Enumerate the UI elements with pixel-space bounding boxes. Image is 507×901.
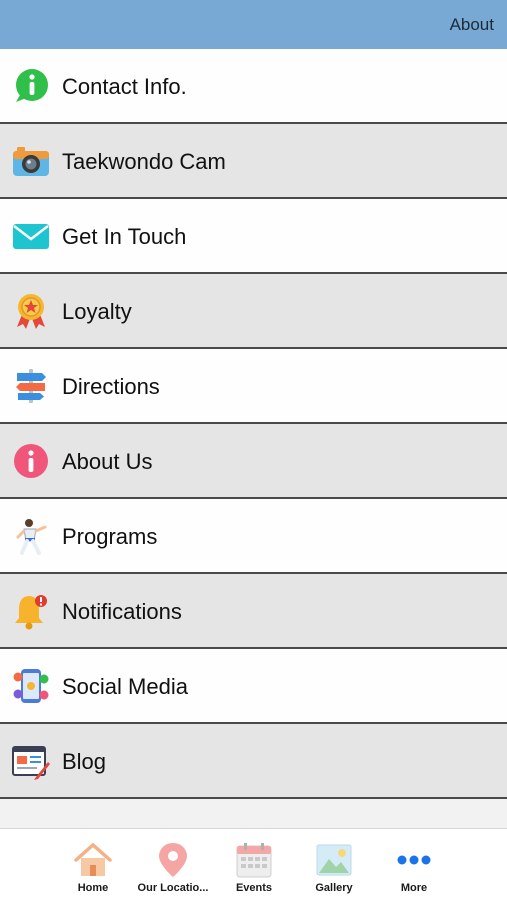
- tab-more[interactable]: More: [369, 829, 459, 901]
- menu-item-blog[interactable]: Blog: [0, 724, 507, 799]
- app-header: About: [0, 0, 507, 49]
- menu-item-label: Get In Touch: [62, 224, 187, 249]
- menu-item-notifications[interactable]: Notifications: [0, 574, 507, 649]
- menu-item-label: About Us: [62, 449, 153, 474]
- menu-item-about-us[interactable]: About Us: [0, 424, 507, 499]
- tab-label: Events: [235, 882, 273, 894]
- menu-item-directions[interactable]: Directions: [0, 349, 507, 424]
- menu-item-label: Loyalty: [62, 299, 132, 324]
- tab-label: Our Locatio...: [137, 882, 209, 894]
- tab-events[interactable]: Events: [209, 829, 299, 901]
- tab-gallery[interactable]: Gallery: [289, 829, 379, 901]
- home-icon: [73, 841, 113, 879]
- bottom-tab-bar: Home Our Locatio... Events Gallery More: [0, 828, 507, 901]
- blog-icon: [12, 742, 50, 780]
- tab-label: Gallery: [315, 882, 353, 894]
- menu-item-taekwondo-cam[interactable]: Taekwondo Cam: [0, 124, 507, 199]
- menu-item-label: Programs: [62, 524, 158, 549]
- bell-icon: [12, 592, 50, 630]
- menu-item-label: Notifications: [62, 599, 182, 624]
- mail-icon: [12, 217, 50, 255]
- martial-artist-icon: [12, 517, 50, 555]
- menu-item-label: Blog: [62, 749, 107, 774]
- menu-list: Contact Info. Taekwondo Cam Get In Touch: [0, 49, 507, 799]
- menu-item-contact-info[interactable]: Contact Info.: [0, 49, 507, 124]
- menu-item-get-in-touch[interactable]: Get In Touch: [0, 199, 507, 274]
- info-icon: [12, 67, 50, 105]
- menu-item-label: Taekwondo Cam: [62, 149, 226, 174]
- about-icon: [12, 442, 50, 480]
- menu-item-label: Social Media: [62, 674, 188, 699]
- menu-item-social-media[interactable]: Social Media: [0, 649, 507, 724]
- menu-item-label: Contact Info.: [62, 74, 187, 99]
- social-phone-icon: [12, 667, 50, 705]
- medal-icon: [12, 292, 50, 330]
- menu-item-label: Directions: [62, 374, 160, 399]
- tab-home[interactable]: Home: [48, 829, 138, 901]
- menu-item-loyalty[interactable]: Loyalty: [0, 274, 507, 349]
- page-title: About: [449, 15, 494, 34]
- tab-our-locations[interactable]: Our Locatio...: [128, 829, 218, 901]
- menu-item-programs[interactable]: Programs: [0, 499, 507, 574]
- camera-icon: [12, 142, 50, 180]
- tab-label: Home: [77, 882, 109, 894]
- calendar-icon: [234, 841, 274, 879]
- tab-label: More: [400, 882, 428, 894]
- gallery-icon: [314, 841, 354, 879]
- more-dots-icon: [394, 841, 434, 879]
- location-pin-icon: [153, 841, 193, 879]
- signpost-icon: [12, 367, 50, 405]
